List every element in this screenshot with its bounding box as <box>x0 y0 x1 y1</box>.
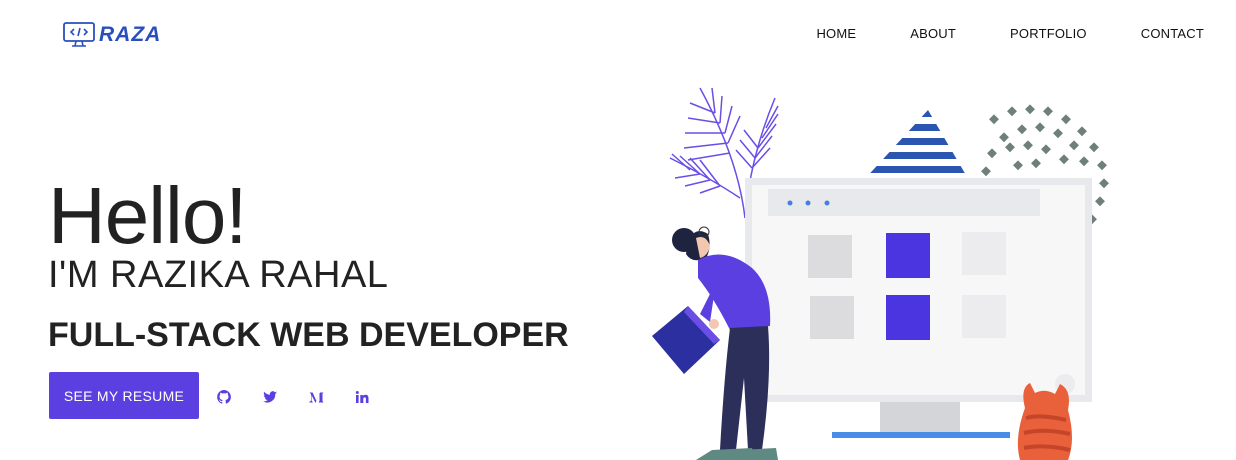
logo-text: RAZA <box>99 23 162 46</box>
striped-triangle-decoration <box>862 110 970 182</box>
code-monitor-icon <box>63 22 95 47</box>
linkedin-icon <box>355 391 369 403</box>
medium-link[interactable] <box>306 388 326 406</box>
medium-icon <box>309 392 324 403</box>
github-link[interactable] <box>214 388 234 406</box>
hero-role: FULL-STACK WEB DEVELOPER <box>48 316 569 354</box>
site-logo[interactable]: RAZA <box>63 22 161 48</box>
social-links <box>214 388 372 406</box>
nav-contact[interactable]: CONTACT <box>1141 26 1204 41</box>
github-icon <box>217 390 231 404</box>
linkedin-link[interactable] <box>352 388 372 406</box>
nav-portfolio[interactable]: PORTFOLIO <box>1010 26 1087 41</box>
see-resume-button[interactable]: SEE MY RESUME <box>49 372 199 419</box>
nav-home[interactable]: HOME <box>816 26 856 41</box>
twitter-icon <box>263 391 277 403</box>
cat-illustration <box>1017 383 1072 460</box>
developer-illustration <box>652 87 1109 460</box>
hero-greeting: Hello! <box>48 171 248 260</box>
main-nav: HOME ABOUT PORTFOLIO CONTACT <box>816 26 1204 41</box>
twitter-link[interactable] <box>260 388 280 406</box>
nav-about[interactable]: ABOUT <box>910 26 956 41</box>
hero-name: I'M RAZIKA RAHAL <box>48 254 389 296</box>
